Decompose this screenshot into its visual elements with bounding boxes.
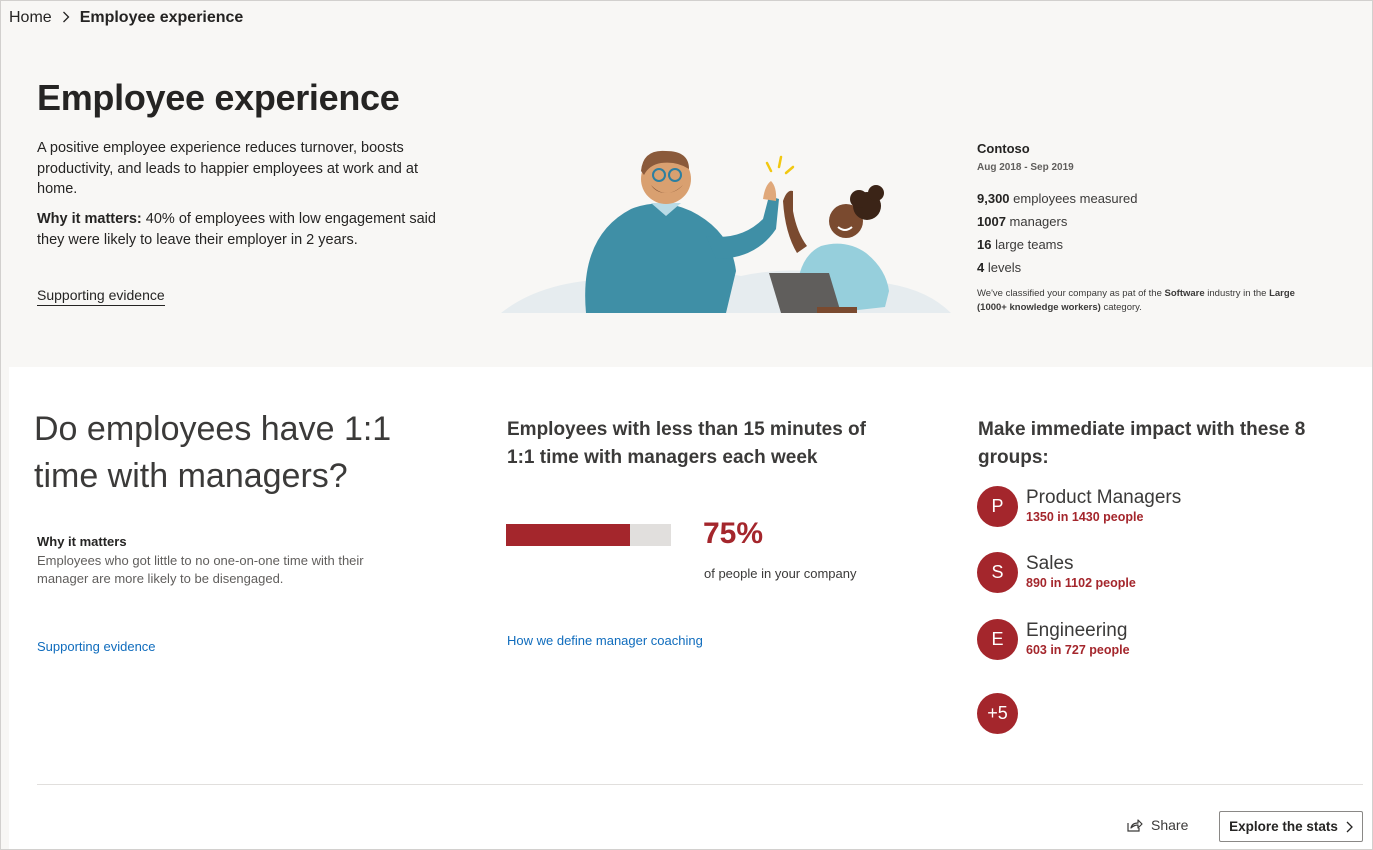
share-icon <box>1127 819 1143 832</box>
hero-section: Home Employee experience Employee experi… <box>1 1 1372 367</box>
groups-title: Make immediate impact with these 8 group… <box>978 419 1306 468</box>
stat-managers: 1007 managers <box>977 214 1317 237</box>
breadcrumb: Home Employee experience <box>9 9 243 27</box>
share-label: Share <box>1151 817 1189 833</box>
left-edge-strip <box>1 367 9 849</box>
hero-supporting-evidence-link[interactable]: Supporting evidence <box>37 287 165 306</box>
footer-divider <box>37 784 1363 785</box>
share-button[interactable]: Share <box>1127 817 1188 833</box>
organization-summary: Contoso Aug 2018 - Sep 2019 9,300 employ… <box>977 141 1317 315</box>
metric-value: 75% <box>703 517 764 550</box>
stat-employees-label: employees measured <box>1009 191 1138 206</box>
question-title: Do employees have 1:1 time with managers… <box>34 410 392 495</box>
note-suffix: category. <box>1100 302 1142 313</box>
hero-description: A positive employee experience reduces t… <box>37 140 418 197</box>
stat-teams: 16 large teams <box>977 237 1317 260</box>
chevron-right-icon <box>62 10 70 27</box>
note-industry: Software <box>1164 288 1205 299</box>
progress-bar-track <box>506 524 671 546</box>
org-stats: 9,300 employees measured 1007 managers 1… <box>977 191 1317 283</box>
avatar: P <box>977 485 1018 527</box>
hero-why-label: Why it matters: <box>37 211 142 227</box>
progress-bar-fill <box>506 524 630 546</box>
org-classification-note: We've classified your company as pat of … <box>977 287 1307 315</box>
hero-why-it-matters: Why it matters: 40% of employees with lo… <box>37 209 437 250</box>
question-supporting-evidence-link[interactable]: Supporting evidence <box>37 639 156 654</box>
group-name: Engineering <box>1026 620 1128 641</box>
group-engineering[interactable]: E Engineering 603 in 727 people <box>977 618 1130 660</box>
more-groups-avatar: +5 <box>977 692 1018 734</box>
group-count: 1350 in 1430 people <box>1026 510 1144 524</box>
stat-employees-value: 9,300 <box>977 191 1010 206</box>
metric-caption: of people in your company <box>704 566 857 581</box>
group-product-managers[interactable]: P Product Managers 1350 in 1430 people <box>977 485 1181 527</box>
stat-employees: 9,300 employees measured <box>977 191 1317 214</box>
more-groups-button[interactable]: +5 <box>977 692 1018 734</box>
avatar: E <box>977 618 1018 660</box>
page-frame: Home Employee experience Employee experi… <box>0 0 1373 850</box>
org-name: Contoso <box>977 141 1030 156</box>
avatar: S <box>977 551 1018 593</box>
group-count: 603 in 727 people <box>1026 643 1130 657</box>
stat-teams-label: large teams <box>991 237 1064 252</box>
explore-label: Explore the stats <box>1229 819 1338 834</box>
question-why-heading: Why it matters <box>37 534 127 549</box>
stat-levels-label: levels <box>984 260 1022 275</box>
chevron-right-icon <box>1346 821 1353 833</box>
breadcrumb-home[interactable]: Home <box>9 9 52 27</box>
breadcrumb-current: Employee experience <box>79 9 244 26</box>
stat-teams-value: 16 <box>977 237 992 252</box>
note-prefix: We've classified your company as pat of … <box>977 288 1165 299</box>
org-period: Aug 2018 - Sep 2019 <box>977 162 1074 173</box>
note-middle: industry in the <box>1204 288 1270 299</box>
high-five-illustration <box>501 150 951 313</box>
stat-managers-value: 1007 <box>977 214 1006 229</box>
stat-levels: 4 levels <box>977 260 1317 283</box>
explore-stats-button[interactable]: Explore the stats <box>1219 811 1363 842</box>
group-name: Product Managers <box>1026 487 1182 508</box>
group-sales[interactable]: S Sales 890 in 1102 people <box>977 551 1136 593</box>
stat-managers-label: managers <box>1005 214 1068 229</box>
group-name: Sales <box>1026 553 1074 574</box>
question-why-text: Employees who got little to no one-on-on… <box>37 553 364 586</box>
metric-title: Employees with less than 15 minutes of 1… <box>507 419 866 468</box>
group-count: 890 in 1102 people <box>1026 576 1136 590</box>
page-title: Employee experience <box>37 77 400 118</box>
manager-coaching-link[interactable]: How we define manager coaching <box>507 633 703 648</box>
